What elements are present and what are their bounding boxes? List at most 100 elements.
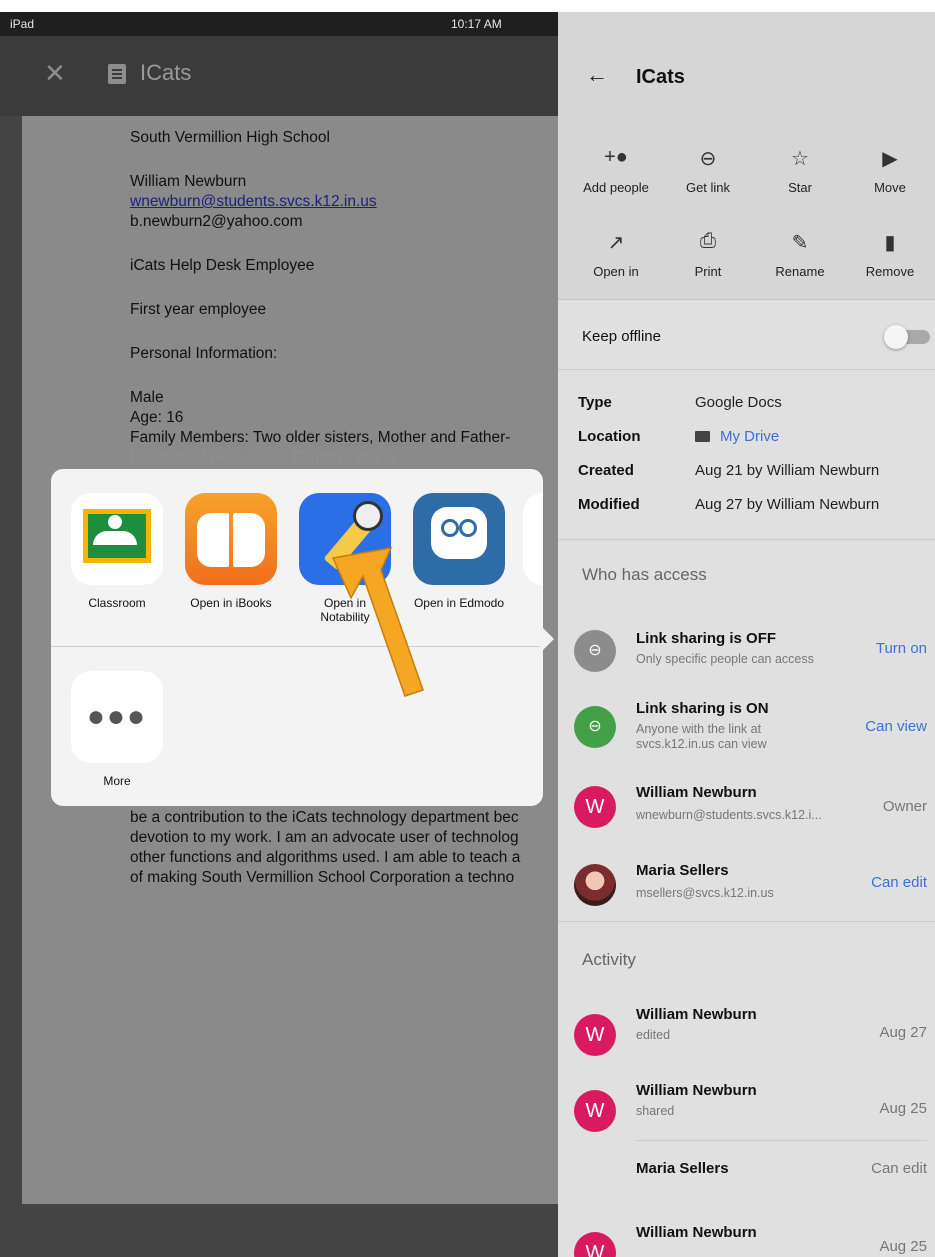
add-people-button[interactable]: +● Add people bbox=[570, 146, 662, 195]
link-icon: ⊖ bbox=[699, 148, 717, 170]
person-email: msellers@svcs.k12.in.us bbox=[636, 886, 774, 900]
info-key: Type bbox=[578, 394, 612, 411]
info-value: Aug 27 by William Newburn bbox=[695, 496, 880, 513]
status-bar: iPad 10:17 AM bbox=[0, 12, 560, 36]
action-label: Add people bbox=[583, 180, 649, 195]
activity-name: William Newburn bbox=[636, 1082, 757, 1099]
info-modified-row: Modified Aug 27 by William Newburn bbox=[578, 496, 918, 518]
carrier-label: iPad bbox=[10, 17, 35, 31]
document-blank-line bbox=[130, 276, 560, 300]
document-line: b.newburn2@yahoo.com bbox=[130, 213, 303, 230]
more-dots-icon: ●●● bbox=[71, 671, 163, 763]
turn-on-button[interactable]: Turn on bbox=[876, 640, 927, 657]
person-row-editor[interactable]: Maria Sellers msellers@svcs.k12.in.us Ca… bbox=[558, 852, 935, 922]
trash-icon: ▮ bbox=[884, 232, 896, 254]
action-label: Get link bbox=[685, 180, 731, 195]
activity-divider bbox=[636, 1140, 927, 1141]
document-title: ICats bbox=[140, 60, 192, 85]
document-blank-line bbox=[130, 148, 560, 172]
document-line: South Vermillion High School bbox=[130, 129, 330, 146]
person-row-owner[interactable]: W William Newburn wnewburn@students.svcs… bbox=[558, 774, 935, 844]
document-line: other functions and algorithms used. I a… bbox=[130, 849, 521, 866]
activity-role: Can edit bbox=[871, 1160, 927, 1177]
action-label: Star bbox=[788, 180, 812, 195]
share-app-next-peek[interactable] bbox=[523, 493, 543, 585]
activity-action: shared bbox=[636, 1104, 675, 1118]
clock: 10:17 AM bbox=[451, 17, 502, 31]
avatar: W bbox=[574, 786, 616, 828]
toggle-knob bbox=[884, 325, 908, 349]
file-info: Type Google Docs Location My Drive Creat… bbox=[558, 370, 935, 540]
info-key: Location bbox=[578, 428, 641, 445]
who-has-access-heading: Who has access bbox=[582, 565, 707, 584]
document-line: devotion to my work. I am an advocate us… bbox=[130, 829, 519, 846]
link-sharing-title: Link sharing is ON bbox=[636, 700, 769, 717]
avatar bbox=[574, 864, 616, 906]
section-divider bbox=[558, 921, 935, 922]
share-app-ibooks[interactable]: Open in iBooks bbox=[181, 493, 281, 610]
top-strip bbox=[0, 0, 935, 12]
viewer-app-bar: ✕ ICats bbox=[0, 36, 560, 116]
rename-icon: ✎ bbox=[791, 232, 809, 254]
link-icon: ⊖ bbox=[574, 706, 616, 748]
open-in-button[interactable]: ↗ Open in bbox=[570, 230, 662, 279]
document-line: Age: 16 bbox=[130, 409, 184, 426]
move-folder-icon: ▶ bbox=[882, 148, 898, 170]
activity-item: W William Newburn Aug 25 bbox=[558, 1216, 935, 1257]
document-icon bbox=[108, 64, 126, 84]
folder-icon bbox=[695, 431, 710, 442]
print-button[interactable]: ⎙ Print bbox=[662, 230, 754, 279]
rename-button[interactable]: ✎ Rename bbox=[754, 230, 846, 279]
document-blank-line bbox=[130, 364, 560, 388]
share-more-button[interactable]: ●●● More bbox=[67, 671, 167, 788]
share-app-label: Classroom bbox=[88, 596, 146, 610]
location-link[interactable]: My Drive bbox=[695, 428, 779, 445]
avatar: W bbox=[574, 1090, 616, 1132]
document-line: Personal Information: bbox=[130, 345, 278, 362]
activity-action: edited bbox=[636, 1028, 671, 1042]
document-line: of making South Vermillion School Corpor… bbox=[130, 869, 515, 886]
action-label: Remove bbox=[865, 264, 915, 279]
location-value: My Drive bbox=[720, 428, 780, 445]
remove-button[interactable]: ▮ Remove bbox=[844, 230, 935, 279]
activity-date: Aug 25 bbox=[879, 1100, 927, 1117]
person-name: Maria Sellers bbox=[636, 862, 729, 879]
keep-offline-row: Keep offline bbox=[558, 300, 935, 370]
get-link-button[interactable]: ⊖ Get link bbox=[662, 146, 754, 195]
action-label: Open in bbox=[593, 264, 639, 279]
activity-date: Aug 27 bbox=[879, 1024, 927, 1041]
action-label: Rename bbox=[775, 264, 825, 279]
avatar: W bbox=[574, 1014, 616, 1056]
can-view-dropdown[interactable]: Can view bbox=[865, 718, 927, 735]
can-edit-dropdown[interactable]: Can edit bbox=[871, 874, 927, 891]
print-icon: ⎙ bbox=[700, 230, 716, 252]
activity-name: Maria Sellers bbox=[636, 1160, 729, 1177]
role-label: Owner bbox=[882, 798, 927, 815]
link-sharing-sub: Only specific people can access bbox=[636, 652, 814, 666]
document-line: be a contribution to the iCats technolog… bbox=[130, 809, 519, 826]
star-button[interactable]: ☆ Star bbox=[754, 146, 846, 195]
document-line: iCats Help Desk Employee bbox=[130, 257, 315, 274]
classroom-icon bbox=[71, 493, 163, 585]
link-sharing-title: Link sharing is OFF bbox=[636, 630, 777, 647]
keep-offline-toggle[interactable] bbox=[884, 325, 930, 349]
email-link[interactable]: wnewburn@students.svcs.k12.in.us bbox=[130, 192, 560, 212]
document-line: Family Members: Two older sisters, Mothe… bbox=[130, 429, 511, 446]
activity-name: William Newburn bbox=[636, 1006, 757, 1023]
share-app-classroom[interactable]: Classroom bbox=[67, 493, 167, 610]
ibooks-icon bbox=[185, 493, 277, 585]
add-person-icon: +● bbox=[604, 146, 628, 168]
link-sharing-off-row: ⊖ Link sharing is OFF Only specific peop… bbox=[558, 624, 935, 694]
document-line: Male bbox=[130, 389, 164, 406]
avatar: W bbox=[574, 1232, 616, 1257]
info-type-row: Type Google Docs bbox=[578, 394, 918, 416]
back-arrow-icon[interactable]: ← bbox=[586, 62, 608, 88]
action-label: Print bbox=[694, 264, 722, 279]
move-button[interactable]: ▶ Move bbox=[844, 146, 935, 195]
action-label: Move bbox=[874, 180, 906, 195]
details-header: ← ICats bbox=[558, 12, 935, 128]
info-location-row: Location My Drive bbox=[578, 428, 918, 450]
close-icon[interactable]: ✕ bbox=[44, 58, 66, 89]
open-in-icon: ↗ bbox=[607, 232, 625, 254]
document-blank-line bbox=[130, 320, 560, 344]
